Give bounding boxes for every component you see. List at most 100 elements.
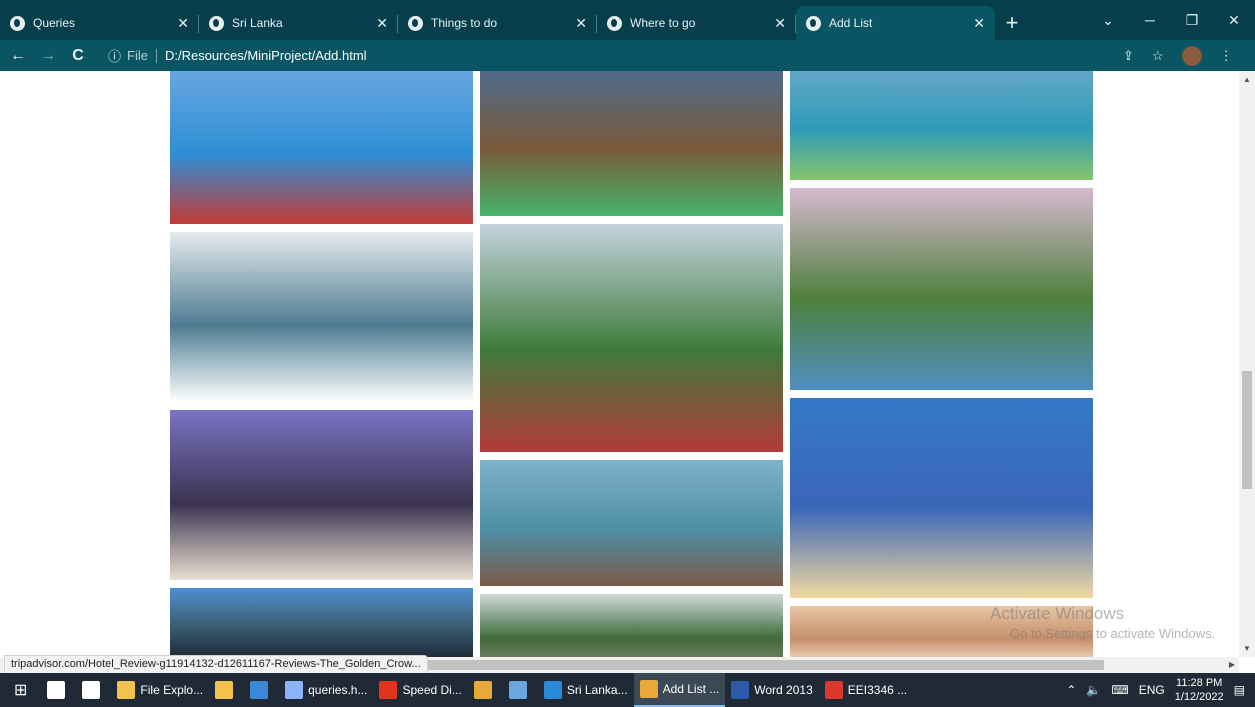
window-controls: ⌄ ─ ❐ ✕ [1087,0,1255,40]
activate-windows-subtitle: Go to Settings to activate Windows. [1010,626,1216,641]
taskbar-app[interactable]: EEI3346 ... [819,673,913,707]
app-icon [379,681,398,699]
taskbar-app[interactable] [209,673,244,707]
forward-icon[interactable]: → [36,47,60,65]
keyboard-icon[interactable]: ⌨ [1111,683,1128,697]
app-icon [82,681,101,699]
taskbar-app[interactable] [76,673,111,707]
hscroll-thumb[interactable] [424,660,1104,670]
tab-title: Things to do [431,16,498,30]
taskbar-app-label: EEI3346 ... [847,683,908,697]
share-icon[interactable]: ⇪ [1123,48,1134,64]
taskbar-app[interactable]: Add List ... [633,673,726,707]
tab-3[interactable]: Where to go ✕ [597,6,796,40]
profile-avatar[interactable] [1181,45,1202,66]
tray-chevron-icon[interactable]: ⌃ [1066,683,1076,697]
volume-icon[interactable]: 🔈 [1086,683,1101,697]
gallery-photo[interactable] [170,588,473,657]
gallery-photo[interactable] [790,188,1093,390]
url-text[interactable]: D:/Resources/MiniProject/Add.html [165,48,367,63]
tabs: Queries ✕ Sri Lanka ✕ Things to do ✕ Where to … [0,6,995,40]
taskbar-app[interactable]: Word 2013 [725,673,818,707]
clock-time: 11:28 PM [1176,677,1223,689]
menu-icon[interactable]: ⋮ [1220,48,1233,64]
taskbar-items: ⊞ File Explo... queries.h... Speed Di... Sri… [0,673,913,707]
gallery-photo[interactable] [790,398,1093,598]
clock[interactable]: 11:28 PM 1/12/2022 [1175,676,1224,704]
app-icon [250,681,269,699]
system-tray: ⌃ 🔈 ⌨ ENG 11:28 PM 1/12/2022 ▤ [1066,676,1255,704]
gallery-photo[interactable] [480,460,783,586]
restore-button[interactable]: ❐ [1171,0,1213,40]
minimize-button[interactable]: ─ [1129,0,1171,40]
address-divider [155,48,157,63]
gallery-photo[interactable] [790,71,1093,180]
tab-1[interactable]: Sri Lanka ✕ [199,6,398,40]
app-icon [543,681,562,699]
close-tab-icon[interactable]: ✕ [973,15,985,32]
app-icon [285,681,304,699]
scroll-thumb[interactable] [1242,371,1252,489]
taskbar-app[interactable]: Speed Di... [373,673,467,707]
close-tab-icon[interactable]: ✕ [575,15,587,32]
language-indicator[interactable]: ENG [1139,683,1165,697]
gallery-photo[interactable] [480,71,783,216]
taskbar-app[interactable]: queries.h... [279,673,373,707]
tab-title: Where to go [630,16,696,30]
close-tab-icon[interactable]: ✕ [177,15,189,32]
taskbar-app-label: Add List ... [662,682,720,696]
tab-search-icon[interactable]: ⌄ [1087,0,1129,40]
globe-icon [607,15,622,31]
globe-icon [806,15,821,31]
tab-title: Sri Lanka [232,16,283,30]
app-icon [731,681,750,699]
bookmark-star-icon[interactable]: ☆ [1152,48,1164,64]
info-icon[interactable]: ⓘ [108,46,121,65]
tab-4[interactable]: Add List ✕ [796,6,995,40]
browser-toolbar: ← → C ⓘ File D:/Resources/MiniProject/Ad… [0,40,1255,71]
app-icon [508,681,527,699]
close-tab-icon[interactable]: ✕ [774,15,786,32]
globe-icon [209,15,224,31]
gallery-photo[interactable] [480,594,783,657]
reload-icon[interactable]: C [66,47,90,65]
gallery-photo[interactable] [170,232,473,402]
close-tab-icon[interactable]: ✕ [376,15,388,32]
taskbar-app-label: Speed Di... [402,683,462,697]
notification-icon[interactable]: ▤ [1234,683,1245,697]
back-icon[interactable]: ← [6,47,30,65]
taskbar-app[interactable] [244,673,279,707]
scheme-label: File [127,48,148,63]
taskbar-app-label: File Explo... [140,683,204,697]
scroll-right-icon[interactable]: ▶ [1229,660,1235,669]
vertical-scrollbar[interactable]: ▲ ▼ [1239,71,1255,657]
toolbar-actions: ⇪ ☆ ⋮ [1123,45,1233,66]
gallery-photo[interactable] [480,224,783,452]
close-window-button[interactable]: ✕ [1213,0,1255,40]
taskbar-app[interactable] [468,673,503,707]
link-status-bar: tripadvisor.com/Hotel_Review-g11914132-d… [4,655,428,674]
scroll-up-icon[interactable]: ▲ [1243,75,1251,84]
app-icon [117,681,136,699]
page-viewport [0,71,1239,657]
gallery-photo[interactable] [170,410,473,580]
tab-title: Add List [829,16,873,30]
taskbar-app[interactable]: File Explo... [111,673,209,707]
address-bar[interactable]: ⓘ File D:/Resources/MiniProject/Add.html [100,43,1105,68]
scroll-down-icon[interactable]: ▼ [1243,644,1251,653]
start-button[interactable]: ⊞ [0,673,41,707]
app-icon [824,681,843,699]
globe-icon [10,15,25,31]
taskbar-app[interactable]: Sri Lanka... [538,673,634,707]
activate-windows-title: Activate Windows [990,604,1125,623]
gallery-photo[interactable] [170,71,473,224]
tab-0[interactable]: Queries ✕ [0,6,199,40]
taskbar-app[interactable] [503,673,538,707]
app-icon [473,681,492,699]
clock-date: 1/12/2022 [1174,691,1224,703]
tab-2[interactable]: Things to do ✕ [398,6,597,40]
taskbar-app[interactable] [41,673,76,707]
new-tab-button[interactable]: + [995,6,1029,40]
globe-icon [408,15,423,31]
taskbar-app-label: queries.h... [308,683,368,697]
